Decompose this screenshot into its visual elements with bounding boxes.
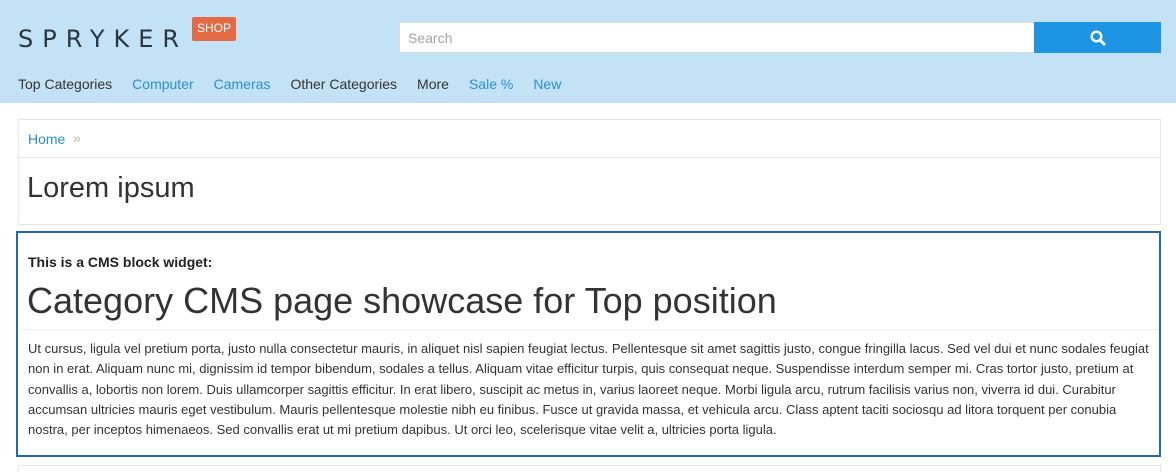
search-input[interactable] [399, 22, 1034, 53]
nav-item-computer[interactable]: Computer [132, 75, 193, 93]
nav-item-more[interactable]: More [417, 75, 449, 93]
cms-block-body: Ut cursus, ligula vel pretium porta, jus… [28, 341, 1149, 438]
breadcrumb: Home » [18, 119, 1161, 157]
spryker-logo[interactable]: SPRYKER SHOP [18, 17, 237, 54]
shop-badge: SHOP [192, 17, 237, 41]
site-header: SPRYKER SHOP Top Categories Computer Cam… [0, 0, 1176, 103]
nav-item-top-categories[interactable]: Top Categories [18, 75, 112, 93]
search-icon [1089, 29, 1106, 46]
cms-block-heading: Category CMS page showcase for Top posit… [27, 280, 777, 321]
page-title: Lorem ipsum [27, 172, 195, 204]
logo-text: SPRYKER [18, 25, 189, 53]
nav-item-new[interactable]: New [533, 75, 561, 93]
cms-block-widget: This is a CMS block widget: Category CMS… [16, 231, 1161, 457]
main-navigation: Top Categories Computer Cameras Other Ca… [18, 75, 581, 93]
nav-item-cameras[interactable]: Cameras [214, 75, 271, 93]
page-title-box: Lorem ipsum [18, 157, 1161, 225]
nav-item-sale[interactable]: Sale % [469, 75, 513, 93]
cms-block-label: This is a CMS block widget: [28, 254, 213, 270]
breadcrumb-home-link[interactable]: Home [28, 131, 65, 147]
next-section-edge [18, 465, 1161, 472]
divider [20, 329, 1159, 330]
breadcrumb-separator: » [73, 130, 81, 146]
search-button[interactable] [1034, 22, 1161, 53]
nav-item-other-categories[interactable]: Other Categories [290, 75, 397, 93]
